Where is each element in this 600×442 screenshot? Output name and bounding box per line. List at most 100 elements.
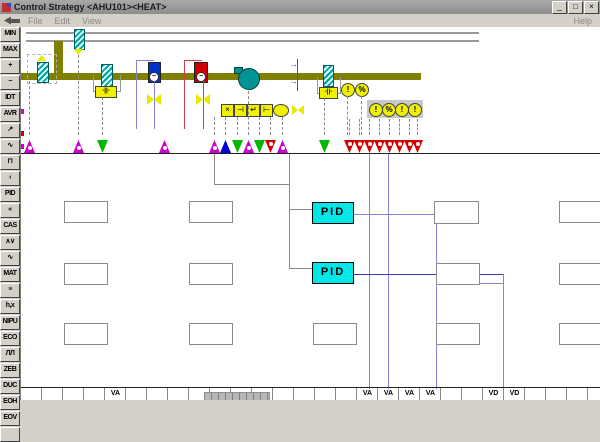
toolbar-button-cas[interactable]: CAS <box>0 219 20 234</box>
toolbar-button-step-icon[interactable]: ⊓ <box>0 155 20 170</box>
analog-output-triangle[interactable] <box>364 140 375 153</box>
humidity-sensor-icon[interactable]: % <box>355 83 369 97</box>
point-cell-label[interactable]: VA <box>420 390 441 397</box>
temperature-sensor-icon[interactable]: ! <box>395 103 409 117</box>
toolbar-button-partial[interactable] <box>0 427 20 442</box>
toolbar-button-zigzag-icon[interactable]: ∧∨ <box>0 235 20 250</box>
toolbar-button-wedge-icon[interactable]: ‹ <box>0 171 20 186</box>
menu-help[interactable]: Help <box>573 16 592 26</box>
analog-input-triangle[interactable] <box>73 140 84 153</box>
toolbar-button-minus[interactable]: − <box>0 75 20 90</box>
logic-ellipse-icon[interactable] <box>273 104 289 117</box>
toolbar-button-eco[interactable]: ECO <box>0 331 20 346</box>
temperature-sensor-icon[interactable]: ! <box>369 103 383 117</box>
digital-input-triangle[interactable] <box>97 140 108 153</box>
parameter-slot[interactable] <box>64 201 108 223</box>
parameter-slot[interactable] <box>436 263 480 285</box>
small-valve-icon[interactable] <box>292 105 304 115</box>
parameter-slot[interactable] <box>64 263 108 285</box>
edge-tick <box>21 109 24 114</box>
point-cell-label[interactable]: VA <box>105 390 126 397</box>
outdoor-damper[interactable] <box>37 62 49 83</box>
toolbar-button-eoh[interactable]: EOH <box>0 395 20 410</box>
point-cell-label[interactable]: VA <box>399 390 420 397</box>
parameter-slot[interactable] <box>434 201 479 224</box>
wire <box>352 214 436 215</box>
parameter-slot[interactable] <box>64 323 108 345</box>
analog-input-triangle[interactable] <box>209 140 220 153</box>
selected-cell-block[interactable] <box>204 392 270 400</box>
temperature-sensor-icon[interactable]: ! <box>408 103 422 117</box>
digital-input-triangle[interactable] <box>319 140 330 153</box>
parameter-slot[interactable] <box>189 323 233 345</box>
digital-input-triangle[interactable] <box>232 140 243 153</box>
menu-view[interactable]: View <box>82 16 101 26</box>
back-arrow-icon[interactable] <box>4 17 20 25</box>
digital-input-triangle[interactable] <box>254 140 265 153</box>
toolbar-button-squarewave-icon[interactable]: ЛЛ <box>0 347 20 362</box>
analog-output-triangle[interactable] <box>354 140 365 153</box>
logic-contact-icon[interactable]: ⊢ <box>260 104 273 117</box>
analog-input-triangle[interactable] <box>277 140 288 153</box>
minimize-button[interactable]: _ <box>552 1 567 14</box>
menu-file[interactable]: File <box>28 16 43 26</box>
parameter-slot[interactable] <box>189 201 233 223</box>
toolbar-button-switch-icon[interactable]: ∿ <box>0 139 20 154</box>
parameter-slot[interactable] <box>313 323 357 345</box>
analog-output-triangle[interactable] <box>265 140 276 153</box>
menu-edit[interactable]: Edit <box>55 16 71 26</box>
toolbar-button-eov[interactable]: EOV <box>0 411 20 426</box>
pseudo-input-triangle[interactable] <box>220 140 231 153</box>
toolbar-button-hx[interactable]: h,x <box>0 299 20 314</box>
point-cell-label[interactable]: VD <box>504 390 525 397</box>
temperature-sensor-icon[interactable]: ! <box>341 83 355 97</box>
analog-output-triangle[interactable] <box>374 140 385 153</box>
toolbar-button-avr[interactable]: AVR <box>0 107 20 122</box>
pid-block-2[interactable]: PID <box>312 262 354 284</box>
supply-fan[interactable] <box>238 68 260 90</box>
toolbar-button-flag-icon[interactable]: ≡ <box>0 283 20 298</box>
analog-input-triangle[interactable] <box>159 140 170 153</box>
parameter-slot[interactable] <box>559 201 600 223</box>
pid-block-1[interactable]: PID <box>312 202 354 224</box>
toolbar-button-min[interactable]: MIN <box>0 27 20 42</box>
toolbar-button-max[interactable]: MAX <box>0 43 20 58</box>
toolbar-button-double-wedge-icon[interactable]: « <box>0 203 20 218</box>
filter-symbol-box[interactable]: -||- <box>319 87 338 99</box>
close-button[interactable]: × <box>584 1 599 14</box>
strategy-canvas[interactable]: -||- − − → → -||- ! % ! % ! ! × ⊣ ↵ ⊢ <box>20 27 600 400</box>
analog-output-triangle[interactable] <box>384 140 395 153</box>
parameter-slot[interactable] <box>559 323 600 345</box>
toolbar-button-ramp-icon[interactable]: ↗ <box>0 123 20 138</box>
three-way-valve-icon[interactable] <box>196 94 210 105</box>
wire <box>436 214 437 389</box>
point-cell-label[interactable]: VA <box>378 390 399 397</box>
coil-feed-line <box>184 60 185 129</box>
analog-input-triangle[interactable] <box>243 140 254 153</box>
restore-button[interactable]: □ <box>568 1 583 14</box>
analog-output-triangle[interactable] <box>412 140 423 153</box>
analog-input-triangle[interactable] <box>24 140 35 153</box>
logic-cross-icon[interactable]: × <box>221 104 234 117</box>
return-damper[interactable] <box>74 29 85 50</box>
filter-symbol-box[interactable]: -||- <box>95 86 117 98</box>
parameter-slot[interactable] <box>436 323 480 345</box>
toolbar-button-curve-icon[interactable]: ∿ <box>0 251 20 266</box>
three-way-valve-icon[interactable] <box>147 94 161 105</box>
toolbar-button-duc[interactable]: DUC <box>0 379 20 394</box>
toolbar-button-idt[interactable]: IDT <box>0 91 20 106</box>
analog-output-triangle[interactable] <box>394 140 405 153</box>
toolbar-button-plus[interactable]: + <box>0 59 20 74</box>
toolbar-button-mat[interactable]: MAT <box>0 267 20 282</box>
toolbar-button-nipu[interactable]: NIPU <box>0 315 20 330</box>
parameter-slot[interactable] <box>189 263 233 285</box>
valve-line <box>154 81 155 129</box>
toolbar-button-zeb[interactable]: ZEB <box>0 363 20 378</box>
point-cell-label[interactable]: VA <box>357 390 378 397</box>
parameter-slot[interactable] <box>559 263 600 285</box>
logic-contact-icon[interactable]: ⊣ <box>234 104 247 117</box>
point-cell-label[interactable]: VD <box>483 390 504 397</box>
analog-output-triangle[interactable] <box>344 140 355 153</box>
toolbar-button-pid[interactable]: PID <box>0 187 20 202</box>
humidity-sensor-icon[interactable]: % <box>382 103 396 117</box>
